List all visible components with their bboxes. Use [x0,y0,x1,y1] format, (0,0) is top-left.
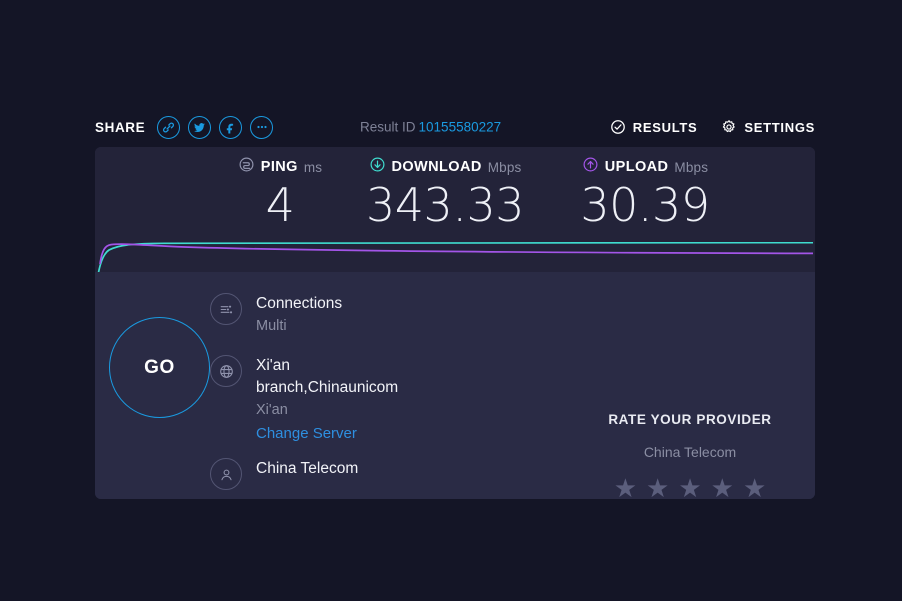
rate-provider-name: China Telecom [565,444,815,460]
star-1[interactable]: ★ [614,475,637,499]
settings-button[interactable]: SETTINGS [721,119,815,135]
star-3[interactable]: ★ [678,475,701,499]
metric-download-header: DOWNLOAD Mbps [345,157,545,177]
metric-upload-value: 30.39 [545,181,745,229]
info-row-server[interactable]: Xi'an branch,Chinaunicom Xi'an Change Se… [210,354,540,445]
connections-title: Connections [256,293,342,315]
rate-provider-block: RATE YOUR PROVIDER China Telecom ★ ★ ★ ★… [565,412,815,499]
metric-upload: UPLOAD Mbps 30.39 [545,157,745,229]
person-icon [210,458,242,490]
connection-info-list: Connections Multi Xi'an branch,Chinaunic… [210,292,540,492]
check-circle-icon [610,119,626,135]
rating-stars[interactable]: ★ ★ ★ ★ ★ [565,475,815,499]
rate-provider-title: RATE YOUR PROVIDER [565,412,815,427]
download-arrow-icon [369,156,386,178]
server-name-line1: Xi'an [256,355,398,377]
ping-icon [238,156,255,178]
metric-ping: PING ms 4 [215,157,345,229]
change-server-link[interactable]: Change Server [256,422,398,445]
more-icon[interactable] [250,116,273,139]
connections-icon [210,293,242,325]
star-5[interactable]: ★ [743,475,766,499]
metrics-section: PING ms 4 DOWNLOAD Mbps [95,147,815,272]
go-button-label: GO [144,357,175,379]
result-id-label: Result ID [360,120,416,135]
metric-ping-name: PING [261,159,298,175]
metrics-row: PING ms 4 DOWNLOAD Mbps [95,157,815,229]
metric-upload-name: UPLOAD [605,159,669,175]
info-row-connections[interactable]: Connections Multi [210,292,540,338]
facebook-icon[interactable] [219,116,242,139]
star-4[interactable]: ★ [711,475,734,499]
server-text: Xi'an branch,Chinaunicom Xi'an Change Se… [256,354,398,445]
metric-download-unit: Mbps [488,160,522,175]
twitter-icon[interactable] [188,116,211,139]
settings-label: SETTINGS [744,120,815,135]
share-group: SHARE [95,116,273,139]
share-label: SHARE [95,120,145,135]
results-button[interactable]: RESULTS [610,119,698,135]
server-location: Xi'an [256,399,398,422]
top-toolbar: SHARE Result ID10 [95,108,815,146]
isp-text: China Telecom [256,457,358,480]
server-name-line2: branch,Chinaunicom [256,377,398,399]
gear-icon [721,119,737,135]
results-label: RESULTS [633,120,698,135]
speedtest-result-panel: PING ms 4 DOWNLOAD Mbps [95,147,815,499]
star-2[interactable]: ★ [646,475,669,499]
metric-download: DOWNLOAD Mbps 343.33 [345,157,545,229]
isp-name: China Telecom [256,458,358,480]
toolbar-actions: RESULTS SETTINGS [610,119,815,135]
details-section: GO Connections Multi [95,272,815,499]
info-row-isp[interactable]: China Telecom [210,457,540,490]
upload-line [100,244,813,264]
connections-subtitle: Multi [256,315,342,338]
result-id-value[interactable]: 10155580227 [419,120,502,135]
result-id: Result ID10155580227 [360,120,501,135]
metric-ping-value: 4 [215,181,345,229]
metric-ping-unit: ms [304,160,322,175]
metric-upload-header: UPLOAD Mbps [545,157,745,177]
globe-icon [210,355,242,387]
metric-download-name: DOWNLOAD [392,159,482,175]
go-button[interactable]: GO [109,317,210,418]
metric-download-value: 343.33 [345,181,545,229]
upload-arrow-icon [582,156,599,178]
connections-text: Connections Multi [256,292,342,338]
metric-upload-unit: Mbps [674,160,708,175]
metric-ping-header: PING ms [215,157,345,177]
link-icon[interactable] [157,116,180,139]
